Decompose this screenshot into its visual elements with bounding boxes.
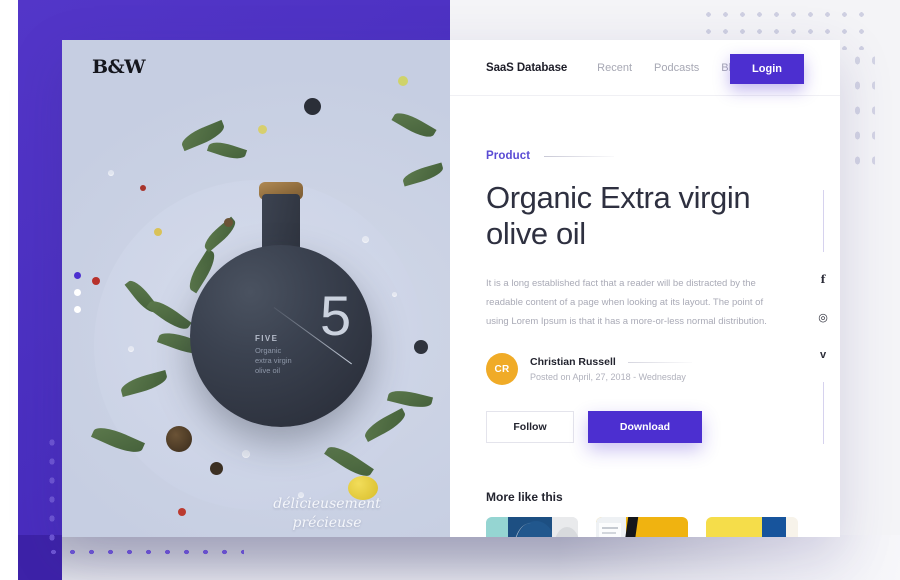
content-panel: SaaS Database Recent Podcasts Blog Login…	[450, 40, 840, 537]
login-button[interactable]: Login	[730, 54, 804, 84]
berry-olive	[398, 76, 408, 86]
twitter-icon[interactable]: ᴠ	[814, 346, 832, 364]
water-droplet	[242, 450, 250, 458]
nav-brand: SaaS Database	[486, 61, 568, 74]
berry-dark	[210, 462, 223, 475]
water-droplet	[128, 346, 134, 352]
dot-grid-right-column	[849, 48, 875, 170]
author-text: Christian Russell Posted on April, 27, 2…	[530, 356, 692, 382]
berry-red	[178, 508, 186, 516]
bottle-label: FIVE Organic extra virgin olive oil	[255, 334, 335, 376]
thumbnail-primary-blocks[interactable]	[706, 517, 798, 537]
berry-dark	[414, 340, 428, 354]
thumbnail-teal-navy[interactable]	[486, 517, 578, 537]
berry-red	[140, 185, 146, 191]
more-like-this-heading: More like this	[486, 490, 563, 504]
berry-dark-large	[166, 426, 192, 452]
water-droplet	[362, 236, 369, 243]
facebook-icon[interactable]: f	[814, 270, 832, 288]
author-block: CR Christian Russell Posted on April, 27…	[486, 353, 786, 385]
water-droplet	[392, 292, 397, 297]
author-divider	[627, 361, 692, 363]
bottom-shadow-fade	[560, 535, 900, 580]
author-date: Posted on April, 27, 2018 - Wednesday	[530, 372, 686, 382]
carousel-dot-3[interactable]	[74, 306, 81, 313]
hero-tagline-line1: délicieusement	[273, 496, 381, 512]
dot-grid-left-column	[44, 433, 60, 551]
main-card: 5 FIVE Organic extra virgin olive oil dé…	[62, 40, 840, 537]
hero-tagline-line2: précieuse	[292, 515, 362, 531]
nav-links: Recent Podcasts Blog	[597, 62, 743, 74]
olive-leaf	[401, 162, 445, 187]
social-rail: f ◎ ᴠ	[814, 190, 832, 444]
article-body: Product Organic Extra virgin olive oil I…	[486, 150, 786, 443]
article-description: It is a long established fact that a rea…	[486, 278, 767, 327]
hero-tagline: délicieusement précieuse	[222, 495, 432, 533]
dot-grid-bottom-row	[44, 544, 244, 560]
berry-dark	[304, 98, 321, 115]
bottle-label-title: FIVE	[255, 334, 279, 343]
top-navigation: SaaS Database Recent Podcasts Blog Login	[450, 40, 840, 96]
water-droplet	[108, 170, 114, 176]
follow-button[interactable]: Follow	[486, 411, 574, 443]
carousel-dot-2[interactable]	[74, 289, 81, 296]
action-buttons: Follow Download	[486, 411, 786, 443]
thumbnail-yellow-coffee[interactable]	[596, 517, 688, 537]
carousel-dots[interactable]	[74, 272, 81, 323]
eyebrow-row: Product	[486, 150, 786, 162]
author-name: Christian Russell	[530, 356, 616, 368]
author-name-row: Christian Russell	[530, 356, 692, 368]
social-divider-top	[822, 190, 824, 252]
eyebrow-label: Product	[486, 150, 531, 162]
avatar: CR	[486, 353, 518, 385]
eyebrow-divider	[544, 155, 615, 157]
berry-yellow	[154, 228, 162, 236]
nav-link-podcasts[interactable]: Podcasts	[654, 62, 699, 74]
olive-leaf	[206, 138, 248, 163]
download-button[interactable]: Download	[588, 411, 702, 443]
hero-logo: B&W	[92, 56, 146, 78]
bottle-label-subtitle: Organic extra virgin olive oil	[255, 346, 292, 375]
berry-red	[92, 277, 100, 285]
screenshot-stage: 5 FIVE Organic extra virgin olive oil dé…	[0, 0, 900, 580]
hero-photo: 5 FIVE Organic extra virgin olive oil dé…	[62, 40, 450, 537]
berry-brown	[224, 218, 233, 227]
social-divider-bottom	[822, 382, 824, 444]
berry-olive	[258, 125, 267, 134]
instagram-icon[interactable]: ◎	[814, 308, 832, 326]
carousel-dot-1[interactable]	[74, 272, 81, 279]
nav-link-recent[interactable]: Recent	[597, 62, 632, 74]
page-title: Organic Extra virgin olive oil	[486, 180, 751, 251]
olive-leaf	[391, 107, 437, 143]
more-like-this-list	[486, 517, 798, 537]
